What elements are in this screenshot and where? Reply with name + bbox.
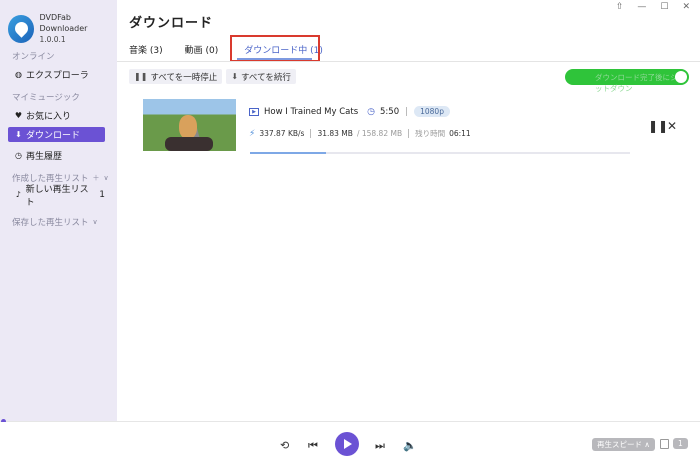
cancel-icon[interactable]: ✕ — [667, 119, 677, 133]
page-title: ダウンロード — [129, 16, 214, 31]
sidebar-item-new-playlist[interactable]: ♪ 新しい再生リスト 1 — [8, 185, 105, 208]
pause-icon: ❚❚ — [134, 72, 148, 81]
section-online: オンライン — [12, 52, 55, 62]
heart-icon: ♥ — [14, 111, 23, 120]
remaining-time: 06:11 — [449, 129, 471, 138]
timer-icon — [660, 438, 669, 449]
video-icon: ▶ — [249, 107, 259, 116]
download-speed: 337.87 KB/s — [259, 129, 305, 138]
tab-active-underline — [237, 58, 312, 60]
app-name: DVDFab Downloader — [39, 13, 88, 33]
globe-icon: ◍ — [15, 70, 22, 79]
sidebar-item-history[interactable]: ◷ 再生履歴 — [8, 148, 105, 163]
repeat-icon[interactable]: ⟲ — [280, 439, 289, 452]
toolbar: ❚❚ すべてを一時停止 ⬇ すべてを続行 — [129, 69, 296, 84]
pause-icon[interactable]: ❚❚ — [648, 119, 668, 133]
app-logo-icon — [8, 14, 35, 43]
history-icon: ◷ — [15, 151, 22, 160]
app-version: 1.0.0.1 — [39, 35, 66, 44]
pause-all-button[interactable]: ❚❚ すべてを一時停止 — [129, 69, 223, 84]
sidebar-item-explorer[interactable]: ◍ エクスプローラ — [8, 67, 105, 82]
quality-badge: 1080p — [414, 106, 450, 117]
play-icon — [344, 439, 352, 449]
toggle-knob — [675, 71, 687, 83]
progress-fill — [250, 152, 326, 154]
player-bar: ⟲ ⏮ ⏭ 🔈 再生スピード ∧ 1 — [0, 422, 700, 466]
downloaded-size: 31.83 MB — [317, 129, 353, 138]
brand: DVDFab Downloader 1.0.0.1 — [8, 12, 117, 45]
playback-speed-button[interactable]: 再生スピード ∧ — [592, 438, 655, 451]
download-stats: ⚡ 337.87 KB/s 31.83 MB / 158.82 MB 残り時間 … — [249, 128, 471, 139]
pin-icon[interactable]: ⇧ — [616, 2, 624, 12]
main-panel: ⇧ — ☐ ✕ ダウンロード 音楽 (3) 動画 (0) ダウンロード中 (1)… — [117, 0, 700, 422]
speed-icon: ⚡ — [249, 128, 256, 139]
download-icon: ⬇ — [15, 130, 22, 139]
chevron-down-icon[interactable]: ∨ — [93, 218, 98, 226]
maximize-button[interactable]: ☐ — [660, 2, 668, 12]
window-controls: ⇧ — ☐ ✕ — [616, 2, 690, 12]
volume-icon[interactable]: 🔈 — [403, 439, 417, 452]
music-note-icon: ♪ — [15, 190, 21, 199]
video-thumbnail — [143, 99, 236, 151]
sidebar-item-download[interactable]: ⬇ ダウンロード — [8, 127, 105, 142]
chevron-down-icon[interactable]: ∨ — [104, 174, 109, 182]
previous-icon[interactable]: ⏮ — [308, 439, 318, 453]
sidebar: DVDFab Downloader 1.0.0.1 オンライン ◍ エクスプロー… — [0, 0, 117, 422]
video-title: How I Trained My Cats — [264, 106, 359, 117]
tab-music[interactable]: 音楽 (3) — [129, 43, 163, 56]
video-duration: 5:50 — [380, 106, 400, 117]
playlist-count: 1 — [99, 189, 105, 200]
sleep-timer[interactable]: 1 — [660, 438, 688, 449]
remaining-label: 残り時間 — [415, 129, 446, 138]
resume-all-button[interactable]: ⬇ すべてを続行 — [226, 69, 296, 84]
minimize-button[interactable]: — — [637, 2, 646, 12]
sleep-count: 1 — [673, 438, 688, 449]
close-button[interactable]: ✕ — [682, 2, 690, 12]
next-icon[interactable]: ⏭ — [375, 439, 385, 453]
download-progress-bar — [250, 152, 630, 154]
sidebar-item-favorites[interactable]: ♥ お気に入り — [8, 108, 105, 123]
download-icon: ⬇ — [231, 72, 239, 81]
video-info: ▶ How I Trained My Cats ◷ 5:50 1080p — [249, 106, 450, 117]
tab-divider — [117, 61, 700, 62]
section-saved-playlists: 保存した再生リスト ∨ — [12, 218, 98, 228]
play-button[interactable] — [335, 432, 359, 456]
section-my-music: マイミュージック — [12, 93, 80, 103]
total-size: / 158.82 MB — [356, 129, 403, 138]
tab-video[interactable]: 動画 (0) — [185, 43, 219, 56]
clock-icon: ◷ — [367, 106, 376, 117]
shutdown-toggle[interactable]: ダウンロード完了後にシャットダウン — [565, 69, 689, 93]
